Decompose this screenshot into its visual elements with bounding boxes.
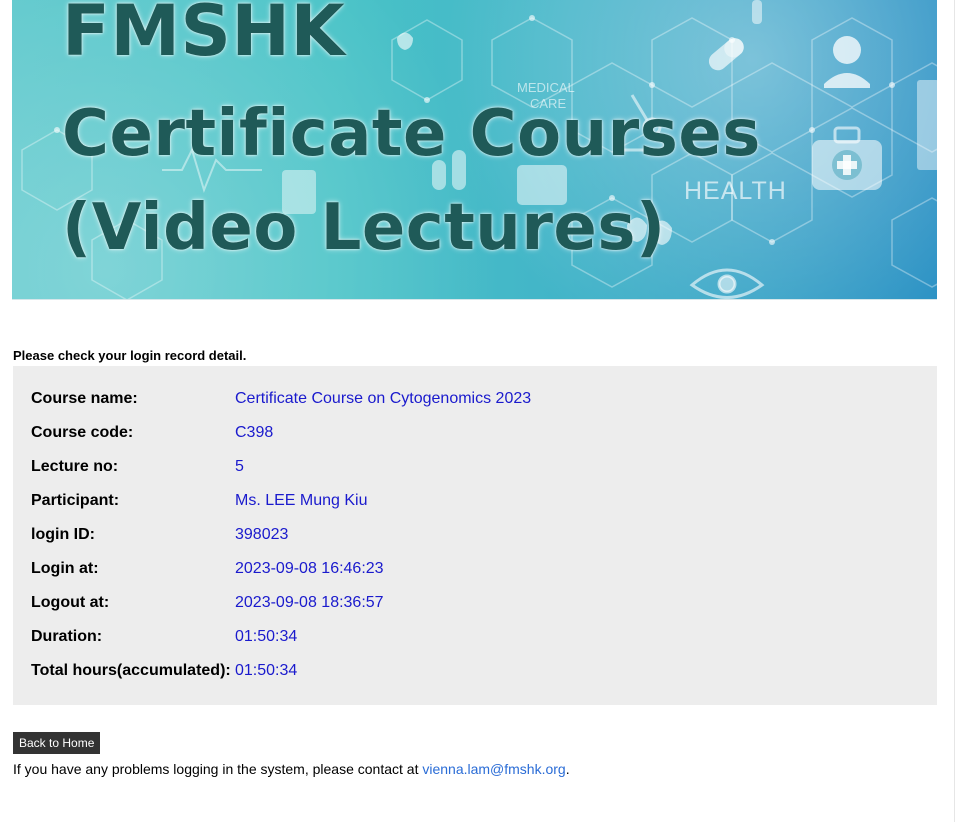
record-row-lecture-no: Lecture no: 5 [13,448,937,482]
instruction-text: Please check your login record detail. [13,348,247,363]
record-value: Certificate Course on Cytogenomics 2023 [235,390,532,407]
record-value: 01:50:34 [235,662,298,679]
record-row-duration: Duration: 01:50:34 [13,618,937,652]
eye-icon [689,268,765,299]
record-label: Logout at: [31,594,110,611]
thermometer-icon [432,0,762,205]
doctor-icon [824,36,870,88]
contact-suffix: . [565,761,570,777]
record-row-total-hours: Total hours(accumulated): 01:50:34 [13,652,937,686]
banner-care-text: CARE [530,96,566,111]
record-label: Course name: [31,390,138,407]
banner-health-text: HEALTH [684,177,787,205]
record-value: C398 [235,424,274,441]
contact-text: If you have any problems logging in the … [13,761,570,777]
course-banner: MEDICAL CARE HEALTH FMSHK Certificate Co… [12,0,937,300]
heartbeat-icon [162,147,262,194]
contact-email-link[interactable]: vienna.lam@fmshk.org [422,761,565,777]
record-label: Course code: [31,424,134,441]
record-row-course-code: Course code: C398 [13,414,937,448]
record-row-logout-at: Logout at: 2023-09-08 18:36:57 [13,584,937,618]
record-value: 2023-09-08 16:46:23 [235,560,384,577]
page-right-edge [954,0,977,822]
medical-kit-icon [812,126,882,190]
record-row-participant: Participant: Ms. LEE Mung Kiu [13,482,937,516]
record-row-login-id: login ID: 398023 [13,516,937,550]
record-value: 01:50:34 [235,628,298,645]
record-value: Ms. LEE Mung Kiu [235,492,368,509]
drop-icon [397,32,672,245]
record-label: Lecture no: [31,458,119,475]
banner-medical-text: MEDICAL [517,80,575,95]
record-row-course-name: Course name: Certificate Course on Cytog… [13,380,937,414]
record-value: 5 [235,458,244,475]
login-record-panel: Course name: Certificate Course on Cytog… [13,366,937,705]
record-value: 2023-09-08 18:36:57 [235,594,384,611]
record-label: Participant: [31,492,120,509]
record-value: 398023 [235,526,289,543]
record-label: login ID: [31,526,95,543]
record-label: Total hours(accumulated): [31,662,231,679]
record-label: Duration: [31,628,103,645]
pill-icon [708,38,744,71]
page: MEDICAL CARE HEALTH FMSHK Certificate Co… [0,0,977,822]
record-row-login-at: Login at: 2023-09-08 16:46:23 [13,550,937,584]
contact-prefix: If you have any problems logging in the … [13,761,423,777]
banner-decoration: MEDICAL CARE [21,0,937,299]
back-to-home-button[interactable]: Back to Home [13,732,101,754]
record-label: Login at: [31,560,99,577]
